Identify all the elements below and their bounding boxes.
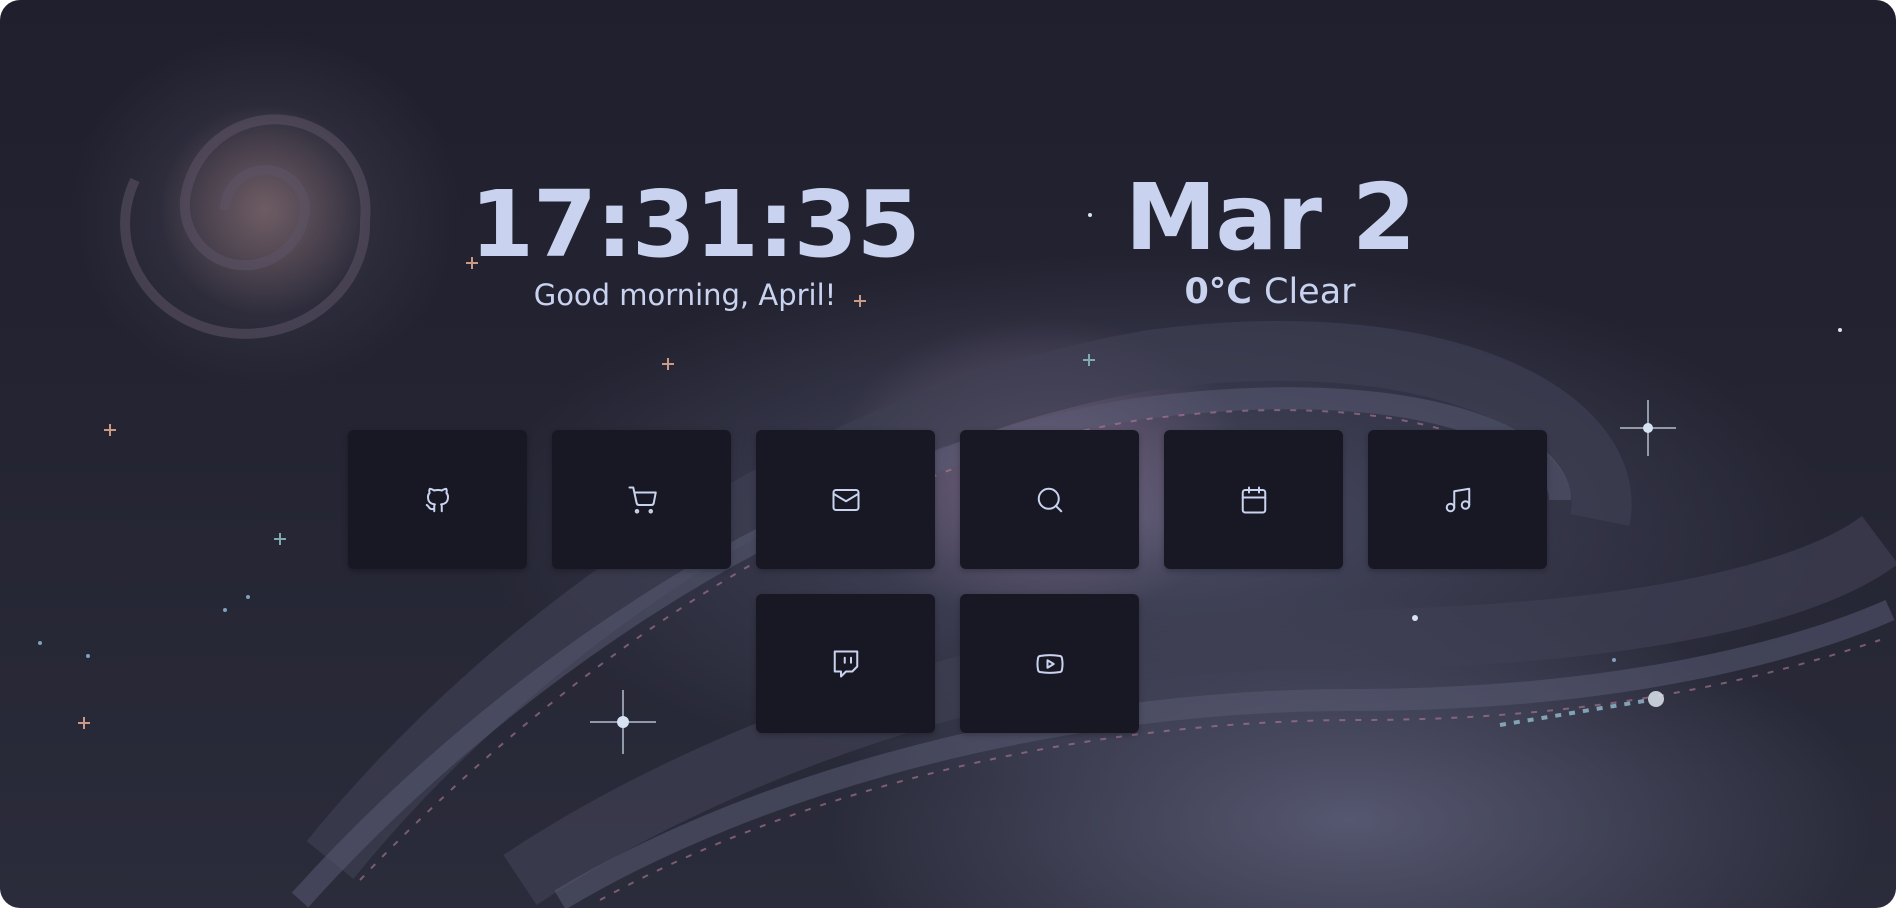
galaxy-background [38,114,1896,908]
clock-time: 17:31:35 [470,171,921,278]
clock-widget: 17:31:35 Good morning, April! [470,171,921,313]
twitch-icon [831,649,861,679]
startpage-window: 17:31:35 Good morning, April! Mar 2 0°C C… [0,0,1896,908]
date-label: Mar 2 [1124,164,1416,271]
calendar-icon [1239,485,1269,515]
github-icon [423,485,453,515]
weather-line: 0°C Clear [1100,271,1440,313]
shop-link-tile[interactable] [552,430,731,569]
music-icon [1443,485,1473,515]
weather-condition: Clear [1264,272,1356,312]
mail-link-tile[interactable] [756,430,935,569]
greeting-text: Good morning, April! [533,278,837,312]
github-link-tile[interactable] [348,430,527,569]
youtube-link-tile[interactable] [960,594,1139,733]
twitch-link-tile[interactable] [756,594,935,733]
mail-icon [831,485,861,515]
music-link-tile[interactable] [1368,430,1547,569]
date-weather-widget: Mar 2 0°C Clear [1100,168,1440,313]
calendar-link-tile[interactable] [1164,430,1343,569]
shopping-cart-icon [627,485,657,515]
search-icon [1035,485,1065,515]
youtube-icon [1035,649,1065,679]
weather-temperature: 0°C [1184,272,1252,312]
search-link-tile[interactable] [960,430,1139,569]
